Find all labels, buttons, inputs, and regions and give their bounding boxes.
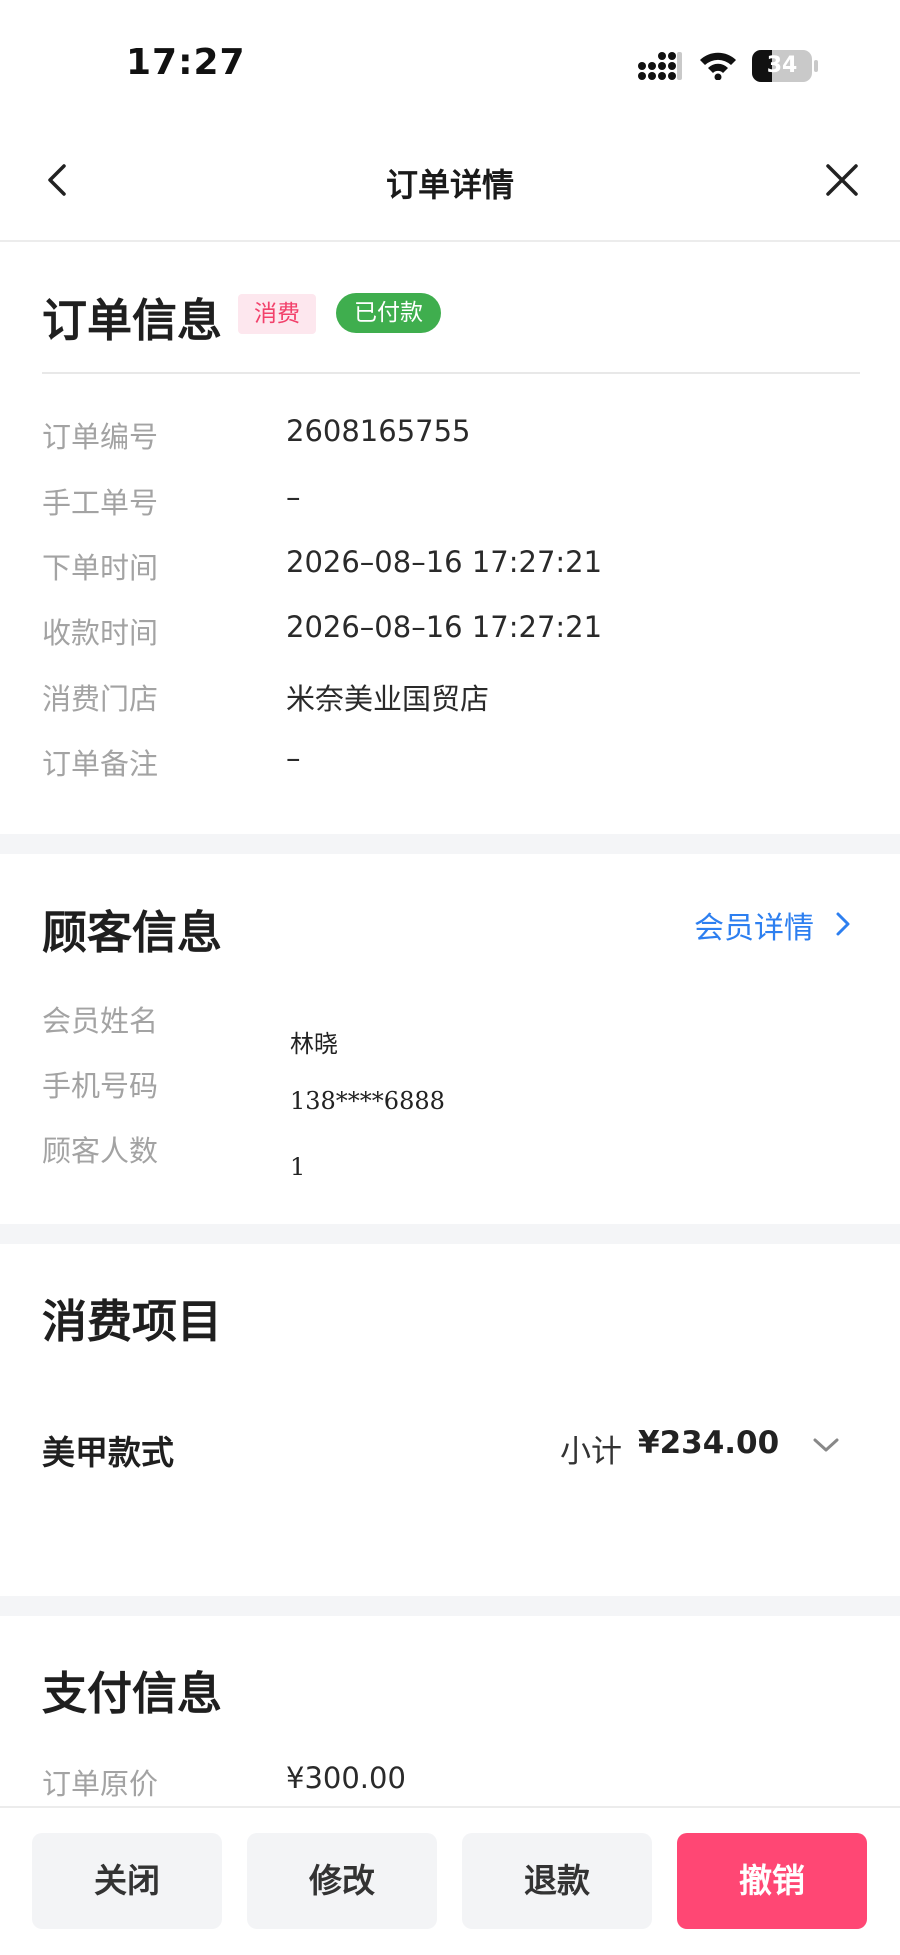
store-label: 消费门店 xyxy=(42,682,159,716)
refund-button[interactable]: 退款 xyxy=(462,1833,652,1929)
close-icon[interactable] xyxy=(820,158,864,202)
wifi-icon xyxy=(700,52,736,80)
member-name-label: 会员姓名 xyxy=(42,1004,159,1038)
page-title: 订单详情 xyxy=(385,166,514,204)
section-gap xyxy=(0,834,900,854)
phone-label: 手机号码 xyxy=(42,1069,159,1103)
section-gap xyxy=(0,1596,900,1616)
order-note-value: – xyxy=(286,741,301,775)
edit-button[interactable]: 修改 xyxy=(247,1833,437,1929)
battery-icon: 34 xyxy=(752,50,818,82)
phone-value: 138****6888 xyxy=(290,1087,445,1115)
nav-bar: 订单详情 xyxy=(0,130,900,242)
guest-count-label: 顾客人数 xyxy=(42,1134,159,1168)
manual-number-value: – xyxy=(286,480,301,514)
chevron-right-icon[interactable] xyxy=(830,910,856,938)
subtotal-label: 小计 xyxy=(560,1434,622,1470)
order-number-label: 订单编号 xyxy=(42,420,159,454)
status-badge: 已付款 xyxy=(336,293,441,333)
customer-info-title: 顾客信息 xyxy=(42,906,223,959)
payment-info-title: 支付信息 xyxy=(42,1667,223,1720)
original-price-label: 订单原价 xyxy=(42,1767,159,1801)
status-bar: 17:27 34 xyxy=(0,0,900,120)
subtotal-value: ¥234.00 xyxy=(638,1425,780,1461)
item-name: 美甲款式 xyxy=(42,1433,174,1472)
manual-number-label: 手工单号 xyxy=(42,486,159,520)
consumption-title: 消费项目 xyxy=(42,1295,223,1348)
divider xyxy=(42,372,860,374)
member-detail-link[interactable]: 会员详情 xyxy=(694,903,814,947)
original-price-value: ¥300.00 xyxy=(286,1761,406,1795)
order-time-value: 2026–08–16 17:27:21 xyxy=(286,545,603,579)
status-time: 17:27 xyxy=(126,42,246,83)
type-badge: 消费 xyxy=(238,294,316,334)
order-note-label: 订单备注 xyxy=(42,747,159,781)
cancel-order-button[interactable]: 撤销 xyxy=(677,1833,867,1929)
bottom-action-bar: 关闭 修改 退款 撤销 xyxy=(0,1806,900,1955)
store-value: 米奈美业国贸店 xyxy=(286,682,490,716)
order-time-label: 下单时间 xyxy=(42,551,159,585)
guest-count-value: 1 xyxy=(290,1153,306,1181)
cellular-signal-icon xyxy=(638,52,682,80)
section-gap xyxy=(0,1224,900,1244)
close-button[interactable]: 关闭 xyxy=(32,1833,222,1929)
payment-time-value: 2026–08–16 17:27:21 xyxy=(286,610,603,644)
order-info-title: 订单信息 xyxy=(42,294,223,347)
battery-level: 34 xyxy=(766,53,798,78)
order-number-value: 2608165755 xyxy=(286,414,471,448)
member-name-value: 林晓 xyxy=(290,1030,338,1058)
chevron-down-icon[interactable] xyxy=(810,1432,842,1458)
payment-time-label: 收款时间 xyxy=(42,616,159,650)
